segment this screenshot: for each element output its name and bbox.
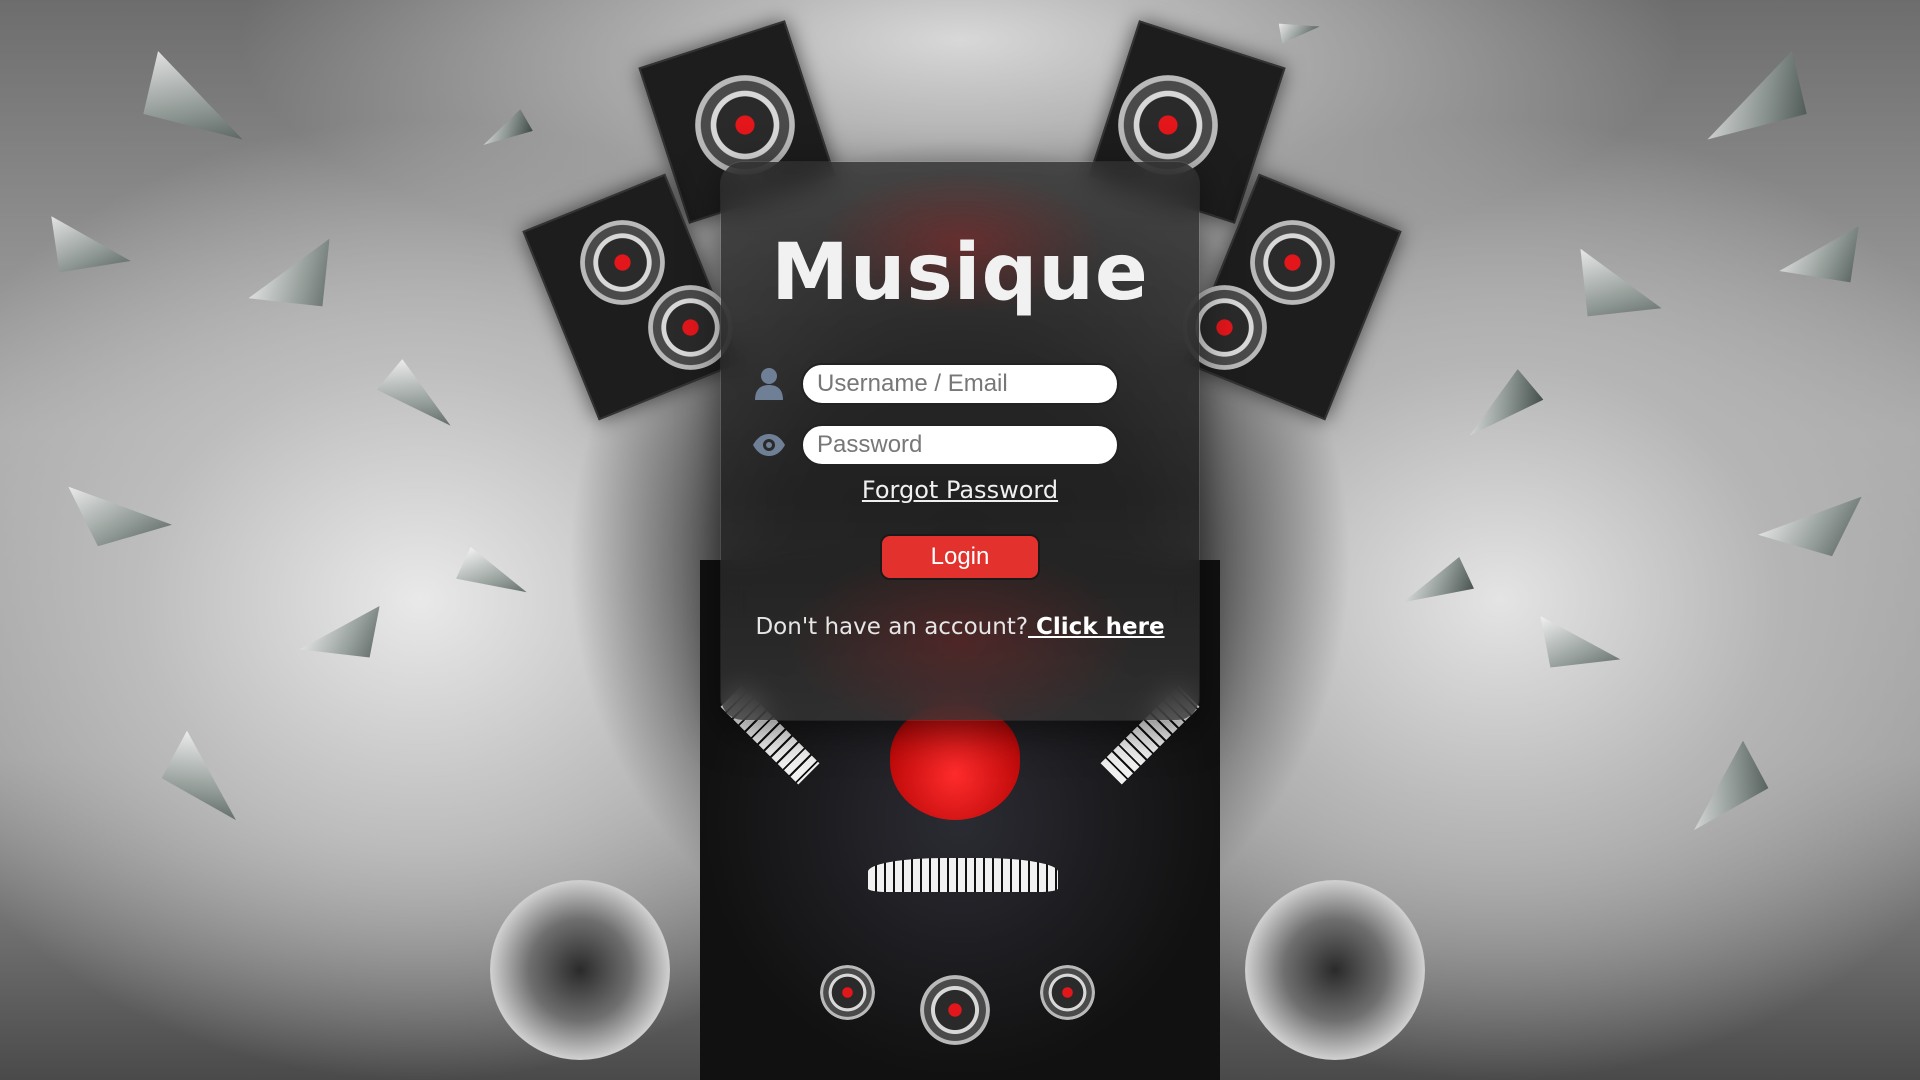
red-guitar: [890, 705, 1020, 820]
username-row: [751, 363, 1119, 405]
forgot-password-row: Forgot Password: [721, 476, 1199, 504]
glass-shard: [1457, 369, 1544, 451]
glass-shard: [1525, 616, 1625, 689]
glass-shard: [1679, 741, 1782, 850]
glass-shard: [243, 239, 357, 337]
speaker-cone: [1250, 220, 1335, 305]
speaker-cone: [695, 75, 795, 175]
speaker-cone: [1118, 75, 1218, 175]
glass-shard: [456, 547, 534, 608]
speaker-cone: [1040, 965, 1095, 1020]
trumpet-horn-right: [1245, 880, 1425, 1060]
glass-shard: [34, 216, 136, 294]
app-title: Musique: [771, 228, 1149, 318]
speaker-cone: [920, 975, 990, 1045]
glass-shard: [1279, 17, 1322, 44]
glass-shard: [295, 606, 395, 679]
glass-shard: [377, 359, 464, 441]
password-input[interactable]: [801, 424, 1119, 466]
login-button[interactable]: Login: [880, 534, 1040, 580]
speaker-cone: [820, 965, 875, 1020]
signup-link[interactable]: Click here: [1028, 614, 1165, 640]
eye-icon[interactable]: [751, 427, 787, 463]
glass-shard: [1755, 497, 1874, 574]
glass-shard: [124, 51, 257, 169]
glass-shard: [149, 731, 252, 840]
password-row: [751, 424, 1119, 466]
trumpet-horn-left: [490, 880, 670, 1060]
glass-shard: [1396, 557, 1474, 618]
glass-shard: [1553, 249, 1667, 347]
speaker-cone: [580, 220, 665, 305]
signup-prompt: Don't have an account?: [755, 614, 1029, 640]
signup-row: Don't have an account? Click here: [721, 614, 1199, 640]
username-input[interactable]: [801, 363, 1119, 405]
glass-shard: [1774, 226, 1876, 304]
glass-shard: [1694, 51, 1827, 169]
user-icon: [751, 366, 787, 402]
glass-shard: [55, 487, 174, 564]
glass-shard: [477, 109, 533, 156]
forgot-password-link[interactable]: Forgot Password: [862, 476, 1058, 504]
piano-keys: [868, 858, 1058, 892]
login-card: Musique Forgot Password Login Don't have…: [721, 162, 1199, 720]
